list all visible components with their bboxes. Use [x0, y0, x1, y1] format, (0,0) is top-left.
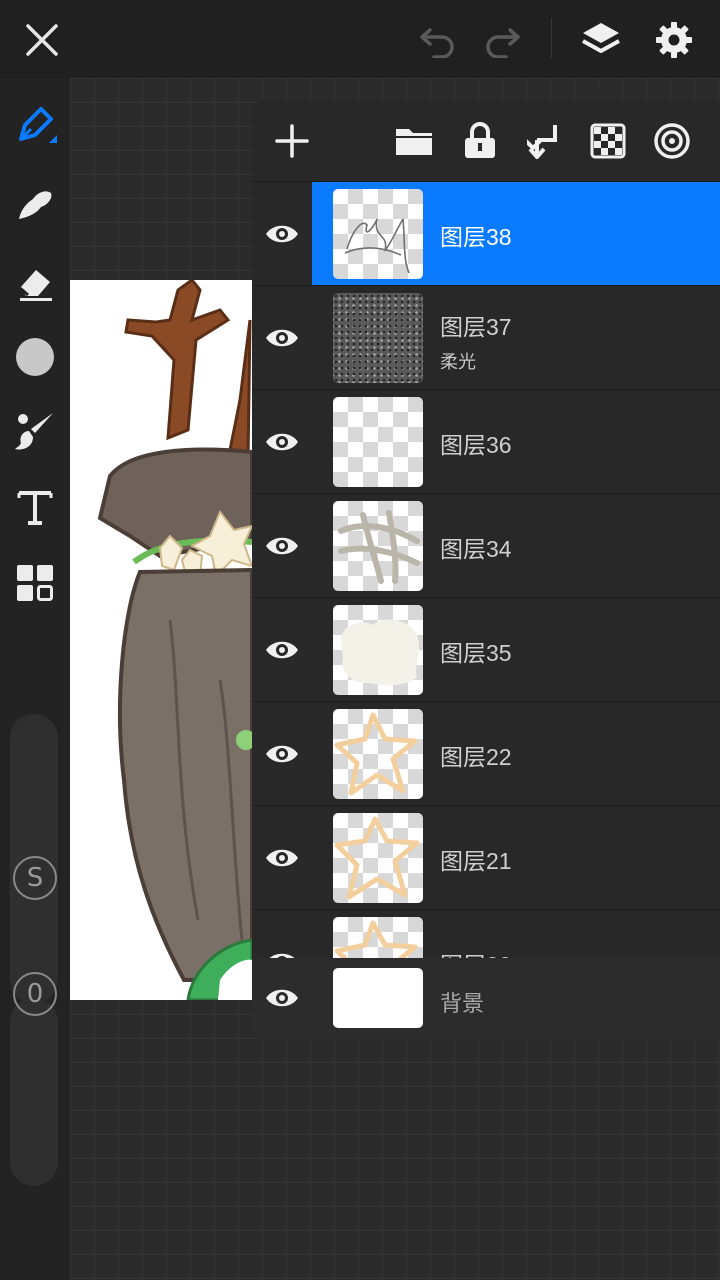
layer-thumbnail: [333, 813, 423, 903]
opacity-knob[interactable]: 0: [13, 972, 57, 1016]
blend-mode-label: 柔光: [440, 352, 476, 372]
merge-down-icon[interactable]: [517, 114, 571, 168]
redo-icon[interactable]: [476, 14, 528, 66]
grid-icon[interactable]: [8, 556, 62, 610]
add-layer-icon[interactable]: [265, 114, 319, 168]
lock-icon[interactable]: [453, 114, 507, 168]
layer-thumbnail: [333, 709, 423, 799]
top-bar: [0, 0, 720, 78]
left-toolbar: S 0: [0, 78, 70, 1280]
close-icon[interactable]: [16, 14, 68, 66]
layer-row[interactable]: 图层38: [252, 182, 720, 286]
visibility-eye-icon[interactable]: [260, 526, 304, 566]
layers-panel-toolbar: [252, 100, 720, 182]
layers-icon[interactable]: [575, 14, 627, 66]
layer-name: 图层22: [440, 744, 512, 770]
size-label: S: [26, 863, 44, 893]
visibility-eye-icon[interactable]: [260, 978, 304, 1018]
layer-row[interactable]: 图层20: [252, 910, 720, 958]
layer-name: 图层20: [440, 946, 512, 958]
layer-name: 图层36: [440, 432, 512, 458]
layer-name: 图层38: [440, 224, 512, 250]
visibility-eye-icon[interactable]: [260, 422, 304, 462]
layer-name: 图层21: [440, 848, 512, 874]
layers-panel: 图层38 图层37 柔光 图层36 图层34 图层35 图层22 图层21 背景: [252, 100, 720, 1040]
panel-pointer: [588, 86, 616, 100]
color-circle-icon[interactable]: [8, 330, 62, 384]
eraser-icon[interactable]: [8, 256, 62, 310]
layer-name: 图层35: [440, 640, 512, 666]
opacity-slider[interactable]: [10, 998, 58, 1186]
undo-icon[interactable]: [412, 14, 464, 66]
background-layer-label: 背景: [440, 991, 485, 1016]
layer-thumbnail: [333, 397, 423, 487]
layer-row[interactable]: 图层37 柔光: [252, 286, 720, 390]
visibility-eye-icon[interactable]: [260, 734, 304, 774]
background-thumbnail: [333, 968, 423, 1028]
layer-name: 图层37: [440, 314, 512, 340]
artwork-drawing: [97, 280, 252, 1000]
layer-row[interactable]: 图层34: [252, 494, 720, 598]
opacity-label: 0: [26, 979, 44, 1009]
artwork-canvas[interactable]: [70, 280, 252, 1000]
visibility-eye-icon[interactable]: [260, 942, 304, 958]
layer-thumbnail: [333, 501, 423, 591]
background-layer-row[interactable]: 背景: [252, 958, 720, 1040]
text-icon[interactable]: [8, 480, 62, 534]
layer-row[interactable]: 图层22: [252, 702, 720, 806]
layer-row[interactable]: 图层21: [252, 806, 720, 910]
layer-thumbnail: [333, 189, 423, 279]
topbar-divider: [551, 18, 552, 58]
layer-name: 图层34: [440, 536, 512, 562]
layer-thumbnail: [333, 293, 423, 383]
visibility-eye-icon[interactable]: [260, 838, 304, 878]
layer-thumbnail: [333, 605, 423, 695]
brush-size-knob[interactable]: S: [13, 856, 57, 900]
target-icon[interactable]: [645, 114, 699, 168]
folder-icon[interactable]: [387, 114, 441, 168]
pen-icon[interactable]: [8, 98, 62, 152]
layer-row[interactable]: 图层35: [252, 598, 720, 702]
brush-icon[interactable]: [8, 404, 62, 458]
visibility-eye-icon[interactable]: [260, 318, 304, 358]
layer-list: 图层38 图层37 柔光 图层36 图层34 图层35 图层22 图层21: [252, 182, 720, 958]
smudge-icon[interactable]: [8, 178, 62, 232]
layer-row[interactable]: 图层36: [252, 390, 720, 494]
visibility-eye-icon[interactable]: [260, 214, 304, 254]
alpha-lock-icon[interactable]: [581, 114, 635, 168]
visibility-eye-icon[interactable]: [260, 630, 304, 670]
settings-icon[interactable]: [648, 14, 700, 66]
layer-thumbnail: [333, 917, 423, 958]
